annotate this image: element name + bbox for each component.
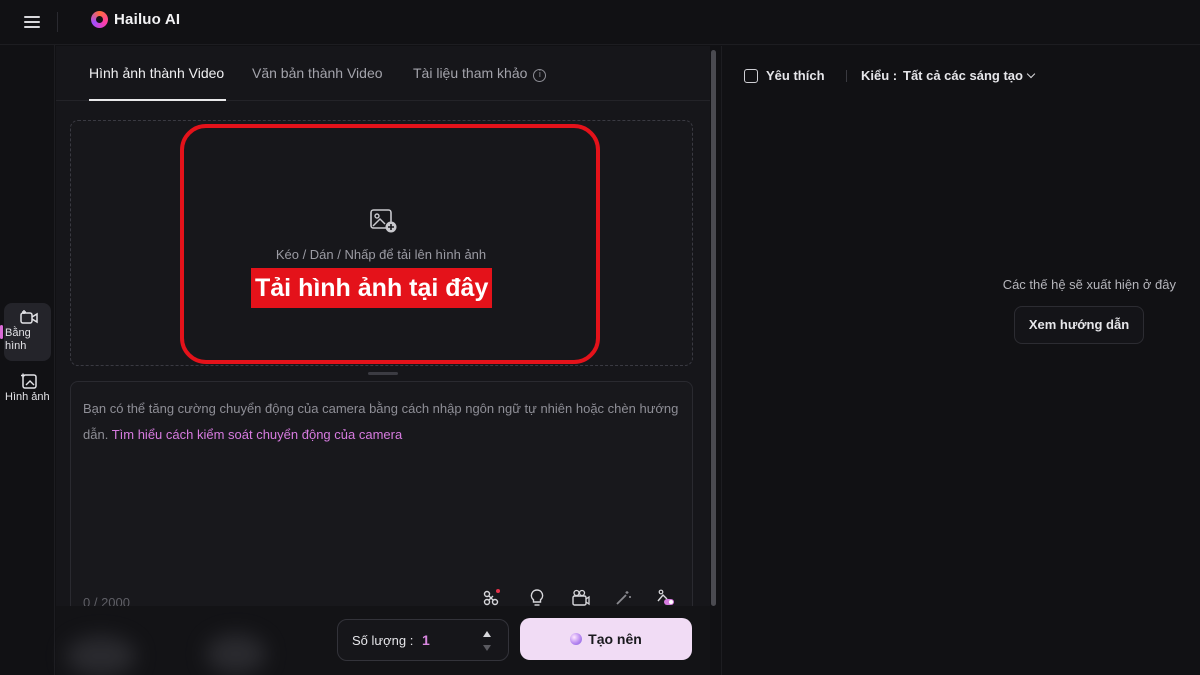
- image-plus-icon: [21, 373, 37, 389]
- decrement-arrow-icon[interactable]: [483, 645, 491, 651]
- upload-callout-label: Tải hình ảnh tại đây: [251, 268, 493, 308]
- tab-text-to-video[interactable]: Văn bản thành Video: [252, 65, 383, 81]
- mode-tabs: Hình ảnh thành Video Văn bản thành Video…: [56, 46, 710, 101]
- panel-scrollbar[interactable]: [711, 50, 716, 606]
- rail-item-label: Hình ảnh: [5, 391, 50, 403]
- wand-icon[interactable]: [613, 588, 633, 608]
- toggle-effect-icon[interactable]: [655, 588, 675, 608]
- create-button-label: Tạo nên: [588, 631, 642, 647]
- brand-name: Hailuo AI: [114, 11, 181, 28]
- topbar-divider: [57, 12, 58, 32]
- tab-reference[interactable]: Tài liệu tham khảo i: [413, 65, 547, 82]
- active-tab-underline: [89, 99, 226, 101]
- brand-logo-link[interactable]: Hailuo AI: [91, 11, 180, 28]
- quantity-label: Số lượng :: [352, 633, 414, 648]
- quantity-value: 1: [422, 632, 430, 648]
- prompt-textarea[interactable]: Bạn có thể tăng cường chuyển động của ca…: [70, 381, 693, 621]
- results-panel: Yêu thích Kiểu : Tất cả các sáng tạo Các…: [721, 46, 1200, 675]
- rail-item-video[interactable]: Bằng hình: [0, 303, 51, 361]
- camera-control-help-link[interactable]: Tìm hiểu cách kiểm soát chuyển động của …: [112, 427, 402, 442]
- empty-state-message: Các thế hệ sẽ xuất hiện ở đây: [1002, 277, 1176, 292]
- filter-divider: [846, 70, 847, 82]
- gem-icon: [570, 633, 583, 645]
- favorites-filter[interactable]: Yêu thích: [744, 68, 825, 83]
- top-bar: Hailuo AI: [0, 0, 1200, 45]
- chevron-down-icon: [1026, 69, 1036, 79]
- hamburger-menu-icon[interactable]: [24, 13, 44, 31]
- favorites-label: Yêu thích: [766, 68, 825, 83]
- camera-movie-icon[interactable]: [571, 588, 591, 608]
- resize-handle[interactable]: [368, 372, 398, 375]
- highlight-annotation-box: [180, 124, 600, 364]
- quantity-stepper[interactable]: Số lượng : 1: [337, 619, 509, 661]
- generation-panel: Hình ảnh thành Video Văn bản thành Video…: [56, 46, 710, 675]
- tab-reference-label: Tài liệu tham khảo: [413, 65, 528, 81]
- type-filter-dropdown[interactable]: Tất cả các sáng tạo: [903, 68, 1036, 83]
- type-filter-label: Kiểu :: [861, 68, 898, 83]
- view-guide-button[interactable]: Xem hướng dẫn: [1014, 306, 1144, 344]
- image-upload-dropzone[interactable]: Kéo / Dán / Nhấp để tải lên hình ảnh Tải…: [70, 120, 693, 366]
- rail-item-image[interactable]: Hình ảnh: [4, 367, 51, 425]
- bulb-icon[interactable]: [527, 588, 547, 608]
- video-plus-icon: [20, 310, 38, 324]
- rail-item-label: Bằng hình: [5, 327, 31, 352]
- hailuo-logo-icon: [91, 11, 108, 28]
- upload-hint: Kéo / Dán / Nhấp để tải lên hình ảnh: [275, 247, 487, 262]
- tab-image-to-video[interactable]: Hình ảnh thành Video: [89, 65, 224, 81]
- type-filter-value: Tất cả các sáng tạo: [903, 68, 1023, 83]
- blurred-thumbnail: [206, 634, 266, 674]
- create-button[interactable]: Tạo nên: [520, 618, 692, 660]
- favorites-checkbox[interactable]: [744, 68, 758, 83]
- increment-arrow-icon[interactable]: [483, 631, 491, 637]
- left-rail: Bằng hình Hình ảnh: [0, 45, 55, 675]
- blurred-thumbnail: [66, 636, 136, 675]
- info-icon[interactable]: i: [533, 69, 547, 82]
- image-upload-icon: [370, 209, 397, 233]
- magic-nodes-icon[interactable]: [481, 588, 501, 608]
